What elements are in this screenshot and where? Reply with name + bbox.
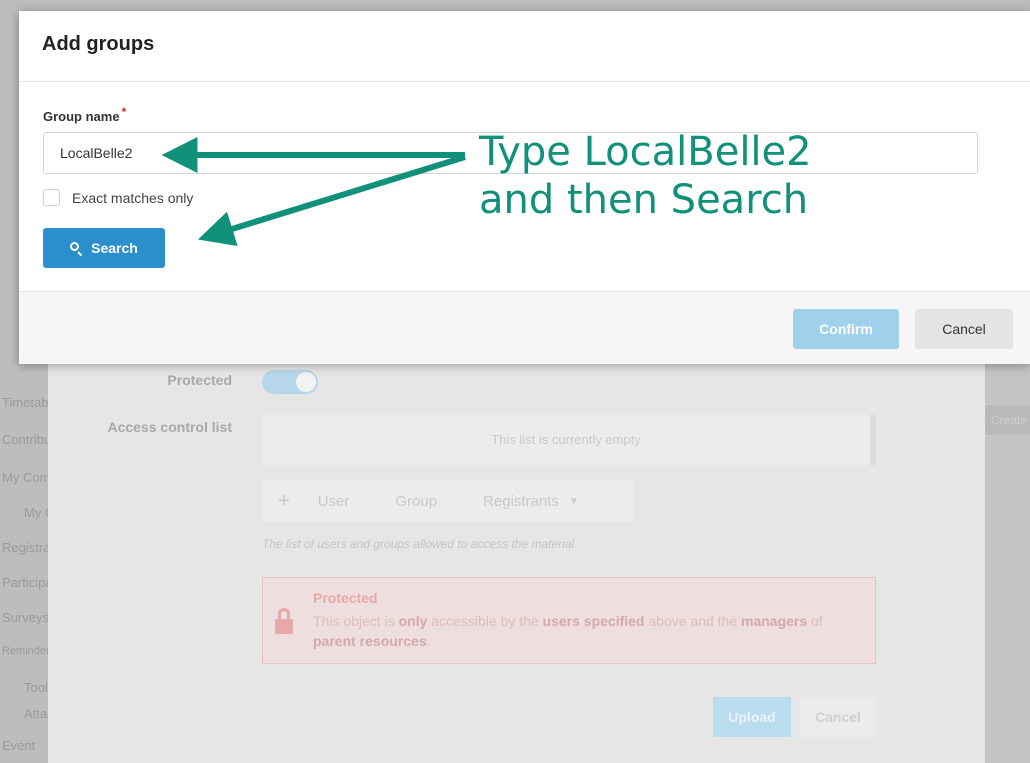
annotation-arrows <box>161 137 466 247</box>
annotation-text: Type LocalBelle2 and then Search <box>479 128 812 224</box>
annotation-line-1: Type LocalBelle2 <box>479 129 812 175</box>
arrow-to-search <box>197 154 466 247</box>
annotation-line-2: and then Search <box>479 177 809 223</box>
